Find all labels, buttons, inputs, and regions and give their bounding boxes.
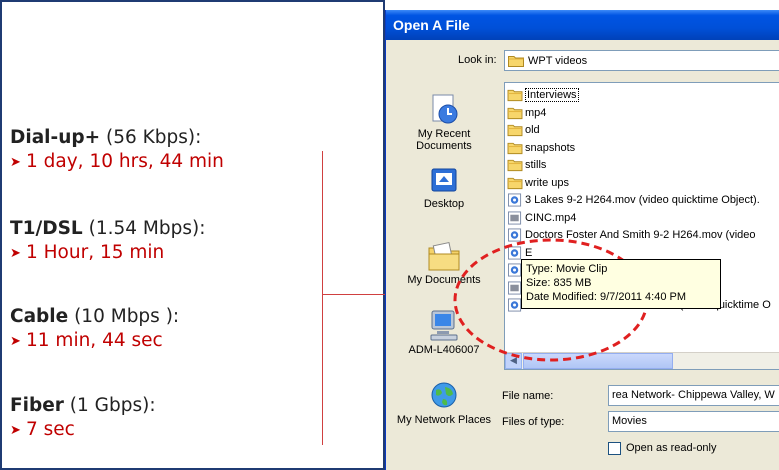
arrow-bullet-icon: ➤ <box>10 423 21 438</box>
speed-title: Dial-up+ (56 Kbps): <box>10 126 330 150</box>
speed-time-value: 11 min, 44 sec <box>26 330 163 351</box>
my-documents-icon <box>428 241 460 271</box>
look-in-dropdown[interactable]: WPT videos <box>504 50 779 71</box>
speed-time: ➤ 11 min, 44 sec <box>10 329 330 354</box>
speed-time: ➤ 1 Hour, 15 min <box>10 241 330 266</box>
look-in-value: WPT videos <box>528 54 588 67</box>
read-only-label: Open as read-only <box>626 442 717 454</box>
scroll-thumb[interactable] <box>523 353 673 369</box>
folder-icon <box>507 124 523 137</box>
file-list-item[interactable]: mp4 <box>507 104 546 122</box>
places-bar: My Recent Documents Desktop My Documents <box>392 80 496 430</box>
speed-time-value: 1 Hour, 15 min <box>26 242 165 263</box>
speed-rate: (56 Kbps): <box>106 127 202 148</box>
file-list-item[interactable]: Doctors Foster And Smith 9-2 H264.mov (v… <box>507 226 755 244</box>
file-name: mp4 <box>525 106 547 119</box>
scroll-left-icon[interactable]: ◀ <box>505 353 522 369</box>
file-list-item[interactable]: stills <box>507 156 546 174</box>
speed-time-value: 7 sec <box>26 419 75 440</box>
quicktime-file-icon <box>507 193 522 207</box>
place-recent-documents[interactable]: My Recent Documents <box>392 92 496 152</box>
place-label: My Network Places <box>396 414 492 426</box>
file-name: Doctors Foster And Smith 9-2 H264.mov (v… <box>525 229 756 241</box>
file-name: old <box>525 124 540 136</box>
folder-icon <box>507 142 523 154</box>
speed-rate: (1 Gbps): <box>69 395 156 416</box>
tooltip-type: Type: Movie Clip <box>526 263 608 275</box>
folder-icon <box>508 56 524 67</box>
speed-name: Cable <box>10 306 69 327</box>
speed-name: Fiber <box>10 395 64 416</box>
file-name: 3 Lakes 9-2 H264.mov (video quicktime Ob… <box>525 194 760 206</box>
file-list-item[interactable]: write ups <box>507 174 569 192</box>
file-list-item[interactable]: snapshots <box>507 139 575 157</box>
my-computer-icon <box>430 310 458 341</box>
speed-title: Cable (10 Mbps ): <box>10 305 330 329</box>
tooltip-size: Size: 835 MB <box>526 277 592 289</box>
file-list-item[interactable]: 3 Lakes 9-2 H264.mov (video quicktime Ob… <box>507 191 760 209</box>
place-label: My Documents <box>407 274 481 286</box>
speed-name: T1/DSL <box>10 218 83 239</box>
look-in-label: Look in: <box>458 54 497 66</box>
speed-rate: (1.54 Mbps): <box>88 218 206 239</box>
file-list-item[interactable]: Interviews <box>507 86 579 104</box>
file-name: write ups <box>525 176 570 189</box>
file-list-item[interactable]: old <box>507 121 540 139</box>
place-my-documents[interactable]: My Documents <box>392 240 496 286</box>
speed-item: Fiber (1 Gbps): ➤ 7 sec <box>10 394 330 443</box>
file-list[interactable]: Interviews mp4 old snapshots stills write ups… <box>504 82 779 370</box>
connector-vertical-line <box>322 151 323 445</box>
download-times-panel: Dial-up+ (56 Kbps): ➤ 1 day, 10 hrs, 44 m… <box>0 0 385 470</box>
file-name: CINC.mp4 <box>525 211 577 224</box>
quicktime-file-icon <box>507 245 522 260</box>
file-name: stills <box>525 159 547 171</box>
files-of-type-dropdown[interactable]: Movies <box>608 411 779 432</box>
speed-name: Dial-up+ <box>10 127 101 148</box>
network-places-icon <box>431 382 457 408</box>
speed-rate: (10 Mbps ): <box>74 306 180 327</box>
place-desktop[interactable]: Desktop <box>392 166 496 210</box>
open-file-dialog: Open A File Look in: WPT videos My Recen… <box>385 10 779 470</box>
place-label: Desktop <box>423 198 465 210</box>
desktop-icon <box>431 168 457 192</box>
recent-documents-icon <box>432 94 458 124</box>
file-list-item[interactable]: CINC.mp4 <box>507 209 576 227</box>
speed-item: Cable (10 Mbps ): ➤ 11 min, 44 sec <box>10 305 330 354</box>
file-tooltip: Type: Movie Clip Size: 835 MB Date Modif… <box>521 259 721 309</box>
file-name-label: File name: <box>502 390 554 402</box>
speed-time: ➤ 7 sec <box>10 418 330 443</box>
place-my-computer[interactable]: ADM-L406007 <box>392 308 496 356</box>
speed-title: T1/DSL (1.54 Mbps): <box>10 217 330 241</box>
speed-time: ➤ 1 day, 10 hrs, 44 min <box>10 150 330 175</box>
speed-time-value: 1 day, 10 hrs, 44 min <box>26 151 224 172</box>
arrow-bullet-icon: ➤ <box>10 334 21 349</box>
file-name: E <box>525 246 533 259</box>
file-name: Interviews <box>525 88 579 102</box>
arrow-bullet-icon: ➤ <box>10 246 21 261</box>
dialog-title: Open A File <box>386 10 779 40</box>
folder-icon <box>507 177 523 189</box>
horizontal-scrollbar[interactable]: ◀ <box>505 352 779 369</box>
folder-icon <box>507 89 523 102</box>
speed-item: T1/DSL (1.54 Mbps): ➤ 1 Hour, 15 min <box>10 217 330 266</box>
files-of-type-label: Files of type: <box>502 416 565 428</box>
file-name: snapshots <box>525 141 576 154</box>
folder-icon <box>507 107 523 119</box>
folder-icon <box>507 159 523 172</box>
place-network[interactable]: My Network Places <box>392 380 496 426</box>
file-name-input[interactable]: rea Network- Chippewa Valley, W <box>608 385 779 406</box>
speed-title: Fiber (1 Gbps): <box>10 394 330 418</box>
place-label: My Recent Documents <box>416 128 472 152</box>
tooltip-date-modified: Date Modified: 9/7/2011 4:40 PM <box>526 291 687 303</box>
arrow-bullet-icon: ➤ <box>10 155 21 170</box>
quicktime-file-icon <box>507 228 522 242</box>
place-label: ADM-L406007 <box>408 344 480 356</box>
speed-item: Dial-up+ (56 Kbps): ➤ 1 day, 10 hrs, 44 m… <box>10 126 330 175</box>
read-only-checkbox[interactable] <box>608 442 621 455</box>
video-file-icon <box>507 210 522 225</box>
